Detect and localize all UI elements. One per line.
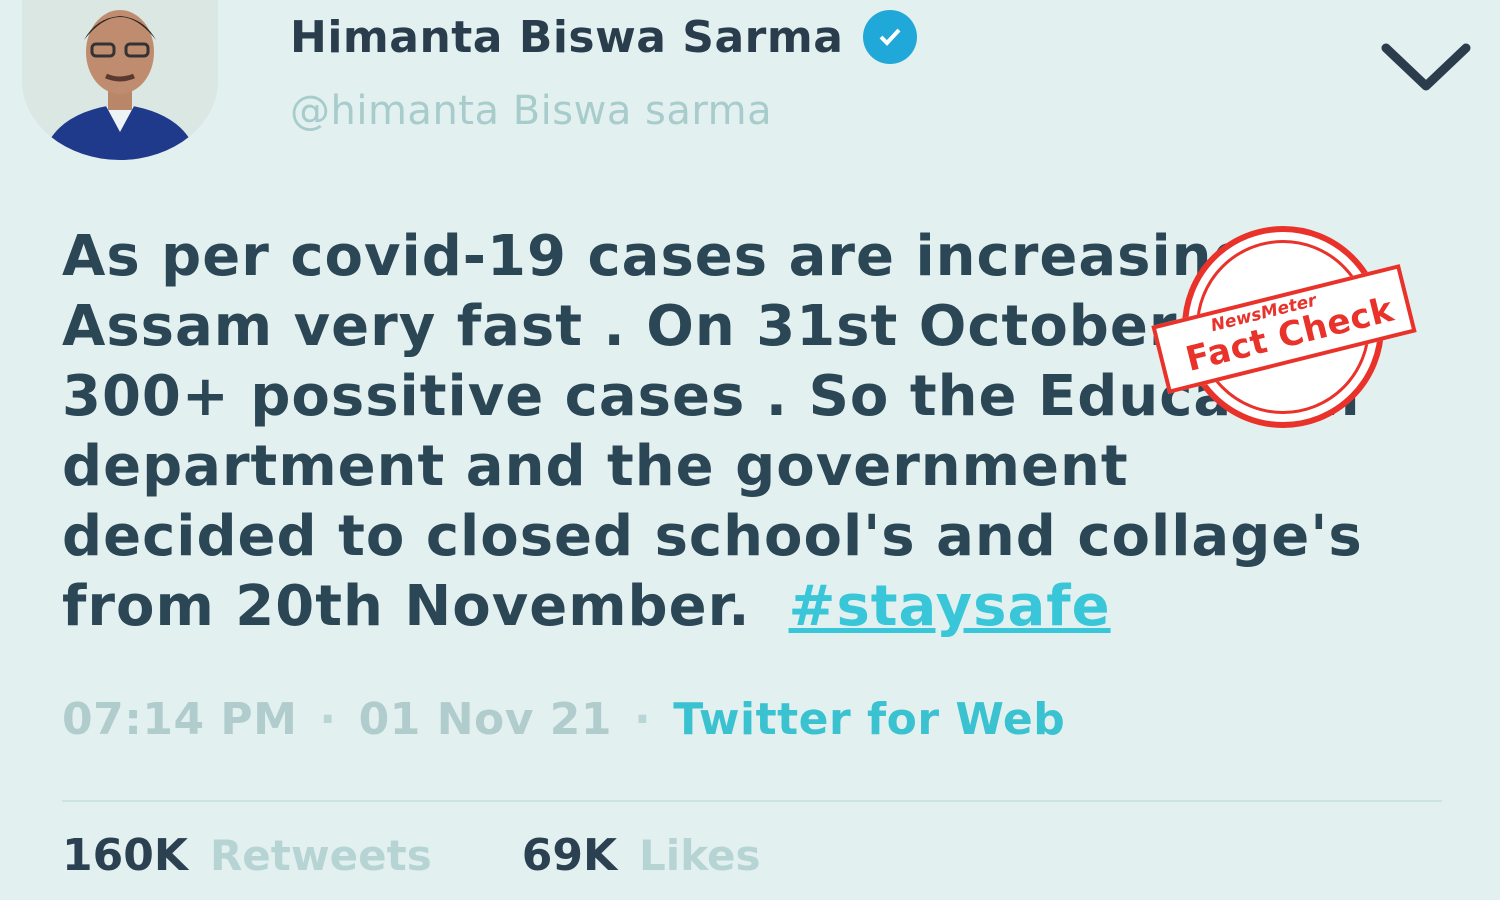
- chevron-down-icon[interactable]: [1378, 36, 1474, 96]
- tweet-meta: 07:14 PM · 01 Nov 21 · Twitter for Web: [62, 694, 1065, 745]
- tweet-time[interactable]: 07:14 PM: [62, 694, 297, 745]
- likes-count[interactable]: 69K: [522, 830, 617, 881]
- verified-badge-icon: [863, 10, 918, 64]
- retweets-count[interactable]: 160K: [62, 830, 188, 881]
- author-row: Himanta Biswa Sarma: [290, 10, 918, 64]
- retweets-label[interactable]: Retweets: [210, 831, 432, 880]
- tweet-card: Himanta Biswa Sarma @himanta Biswa sarma…: [0, 0, 1500, 900]
- tweet-source[interactable]: Twitter for Web: [673, 694, 1065, 745]
- separator-dot: ·: [633, 694, 652, 745]
- divider: [62, 800, 1442, 802]
- likes-label[interactable]: Likes: [639, 831, 760, 880]
- author-handle[interactable]: @himanta Biswa sarma: [290, 88, 772, 134]
- tweet-date[interactable]: 01 Nov 21: [359, 694, 612, 745]
- engagement-stats: 160K Retweets 69K Likes: [62, 830, 761, 881]
- avatar[interactable]: [22, 0, 218, 160]
- author-name[interactable]: Himanta Biswa Sarma: [290, 12, 843, 63]
- separator-dot: ·: [319, 694, 337, 745]
- fact-check-stamp: NewsMeter Fact Check: [1150, 226, 1418, 434]
- hashtag-link[interactable]: #staysafe: [789, 574, 1111, 639]
